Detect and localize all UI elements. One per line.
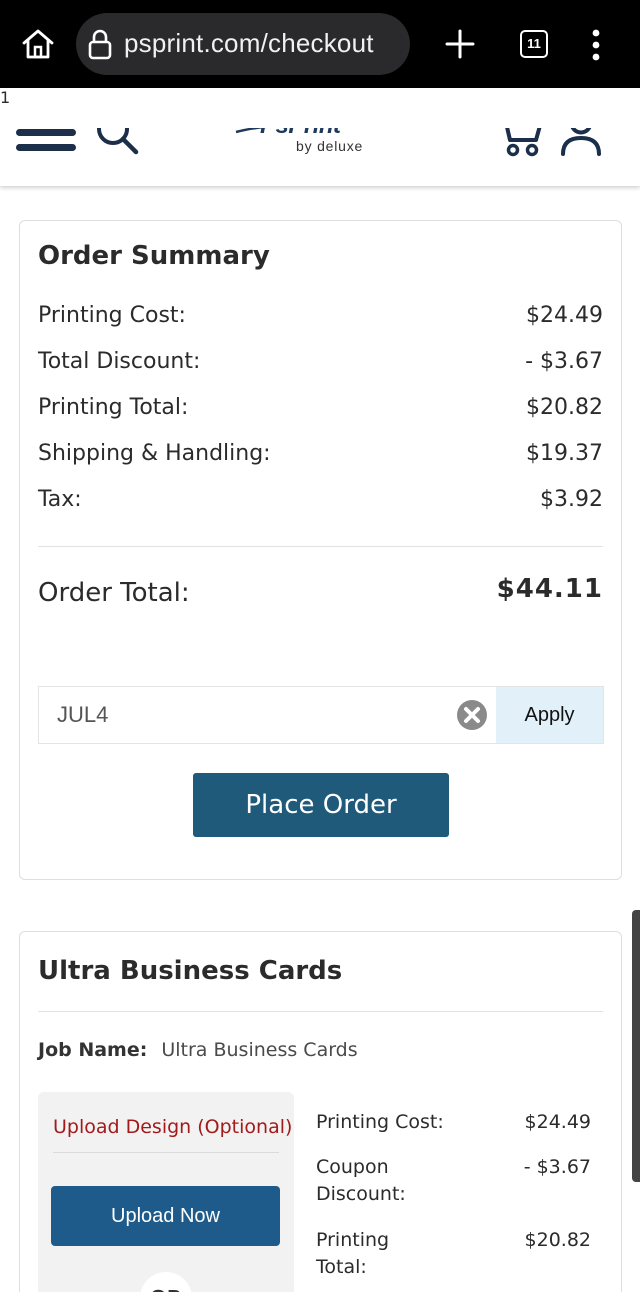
product-title: Ultra Business Cards xyxy=(38,956,343,986)
job-name-value: Ultra Business Cards xyxy=(161,1039,358,1061)
coupon-field[interactable]: JUL4 Apply xyxy=(38,686,604,744)
summary-line-value: $24.49 xyxy=(526,303,603,328)
tab-switcher-button[interactable]: 11 xyxy=(520,30,548,58)
summary-line-shipping: Shipping & Handling: $19.37 xyxy=(38,441,603,473)
summary-line-label: Shipping & Handling: xyxy=(38,441,271,466)
address-bar-url[interactable]: psprint.com/checkout xyxy=(124,28,374,59)
summary-divider xyxy=(38,546,603,547)
product-line-label: Coupon Discount: xyxy=(316,1156,406,1205)
apply-coupon-button[interactable]: Apply xyxy=(496,687,603,743)
product-line-value: $24.49 xyxy=(524,1111,591,1133)
summary-line-tax: Tax: $3.92 xyxy=(38,487,603,519)
product-line-value: - $3.67 xyxy=(523,1156,591,1178)
more-options-icon[interactable] xyxy=(586,28,606,62)
summary-line-value: $19.37 xyxy=(526,441,603,466)
upload-now-button[interactable]: Upload Now xyxy=(51,1186,280,1246)
order-summary-title: Order Summary xyxy=(38,241,270,271)
summary-line-value: $3.92 xyxy=(540,487,603,512)
product-line-label: Printing Cost: xyxy=(316,1111,444,1133)
browser-toolbar: psprint.com/checkout 11 xyxy=(0,0,640,88)
summary-line-printing-cost: Printing Cost: $24.49 xyxy=(38,303,603,335)
order-summary-card: Order Summary Printing Cost: $24.49 Tota… xyxy=(19,220,622,880)
job-name-label: Job Name: xyxy=(38,1039,148,1061)
summary-line-printing-total: Printing Total: $20.82 xyxy=(38,395,603,427)
cart-count-badge[interactable]: 1 xyxy=(0,88,640,128)
upload-design-title: Upload Design (Optional) xyxy=(53,1116,293,1138)
home-icon[interactable] xyxy=(20,26,56,62)
summary-line-value: - $3.67 xyxy=(525,349,603,374)
product-line-value: $20.82 xyxy=(524,1229,591,1251)
clear-coupon-icon[interactable] xyxy=(456,699,488,731)
job-name-row: Job Name: Ultra Business Cards xyxy=(38,1039,358,1061)
summary-line-value: $20.82 xyxy=(526,395,603,420)
summary-line-label: Printing Cost: xyxy=(38,303,186,328)
order-total-value: $44.11 xyxy=(496,574,603,604)
summary-line-total-discount: Total Discount: - $3.67 xyxy=(38,349,603,381)
logo-subtext: by deluxe xyxy=(296,138,364,154)
product-divider xyxy=(38,1011,603,1012)
summary-line-label: Tax: xyxy=(38,487,82,512)
summary-line-label: Printing Total: xyxy=(38,395,189,420)
product-card: Ultra Business Cards Job Name: Ultra Busi… xyxy=(19,931,622,1292)
order-total-label: Order Total: xyxy=(38,578,190,608)
summary-line-label: Total Discount: xyxy=(38,349,201,374)
product-line-label: Printing Total: xyxy=(316,1229,390,1278)
coupon-input[interactable]: JUL4 xyxy=(57,702,108,728)
upload-divider xyxy=(53,1152,279,1153)
page-scrollbar[interactable] xyxy=(632,910,640,1182)
lock-icon xyxy=(88,29,112,60)
new-tab-icon[interactable] xyxy=(444,28,476,60)
place-order-button[interactable]: Place Order xyxy=(193,773,449,837)
upload-design-panel: Upload Design (Optional) Upload Now QR xyxy=(38,1092,294,1292)
qr-code-button[interactable]: QR xyxy=(140,1272,192,1292)
